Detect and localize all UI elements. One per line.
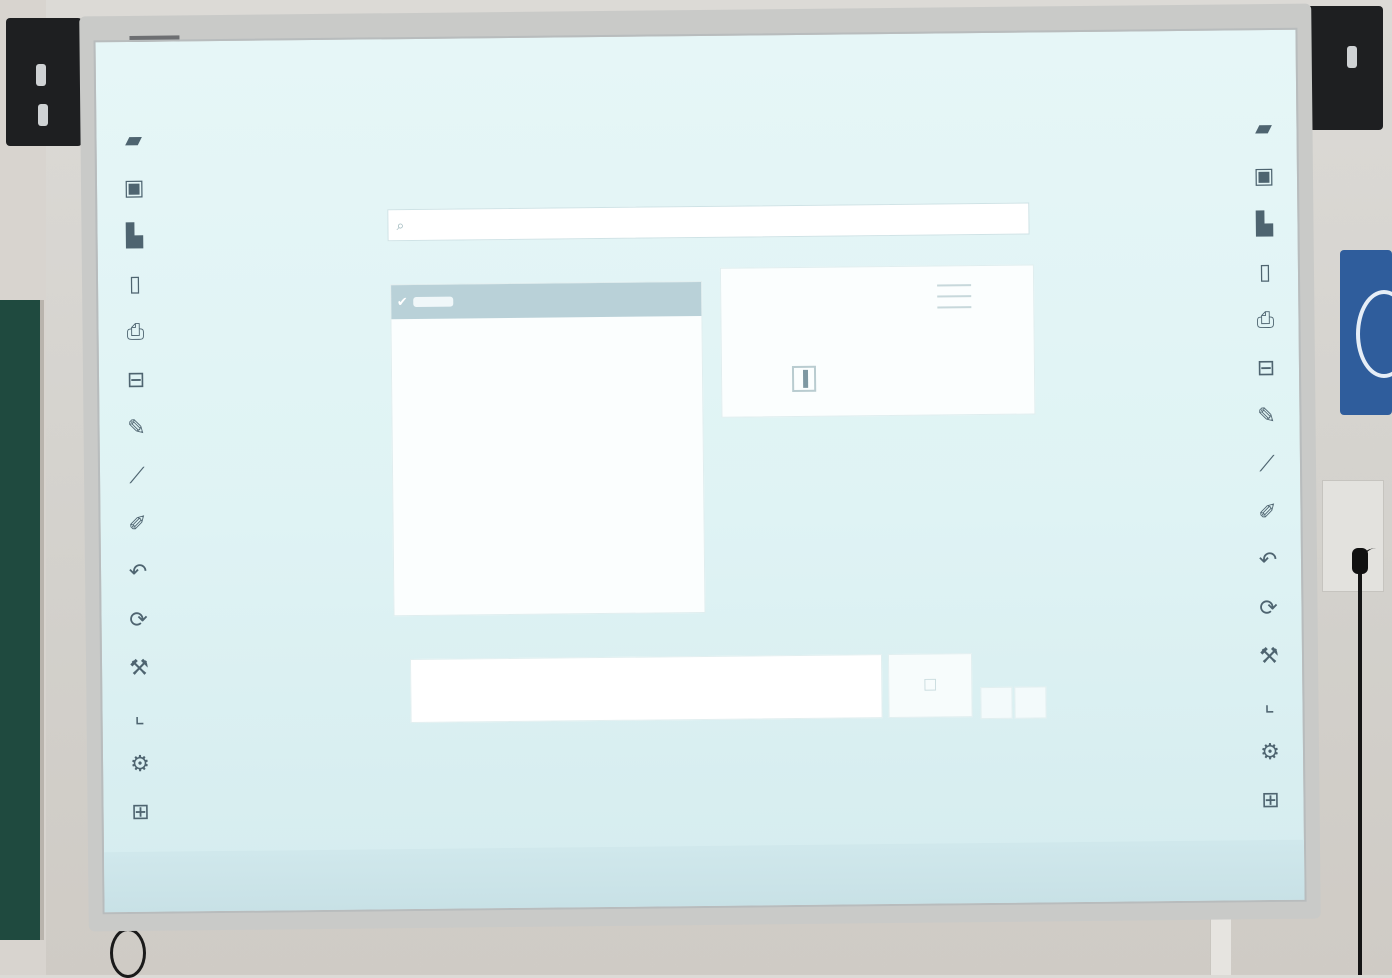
action-icon: ☐ xyxy=(923,676,938,696)
eraser-icon[interactable]: ↶ xyxy=(1253,542,1283,578)
settings-icon[interactable]: ⚙ xyxy=(1255,734,1285,770)
search-icon: ⌕ xyxy=(388,216,416,233)
search-input[interactable] xyxy=(416,210,1016,233)
device-list: ✔ xyxy=(390,281,705,616)
speaker-cone xyxy=(1347,46,1357,68)
pen-icon[interactable]: ✎ xyxy=(1251,398,1281,434)
tools-icon[interactable]: ⚒ xyxy=(1254,638,1284,674)
preview-lines xyxy=(937,284,971,317)
save-icon[interactable]: ▣ xyxy=(1249,158,1279,194)
scan-icon[interactable]: ⊟ xyxy=(1251,350,1281,386)
device-icon xyxy=(792,366,816,392)
settings-icon[interactable]: ⚙ xyxy=(125,746,155,782)
marker-icon[interactable]: ✐ xyxy=(122,506,152,542)
grid-icon[interactable]: ⊞ xyxy=(1255,782,1285,818)
board-icon[interactable]: ▰ xyxy=(1248,110,1278,146)
save-icon[interactable]: ▣ xyxy=(119,170,149,206)
power-plug xyxy=(1352,548,1368,574)
preview-panel xyxy=(720,264,1036,417)
device-dialog: ⌕ ✔ ☐ xyxy=(387,202,1043,749)
pen-icon[interactable]: ✎ xyxy=(121,410,151,446)
power-cable xyxy=(1358,548,1376,975)
small-button-1[interactable] xyxy=(980,687,1012,719)
scan-icon[interactable]: ⊟ xyxy=(121,362,151,398)
tools-icon[interactable]: ⚒ xyxy=(124,650,154,686)
pen-tray-cable xyxy=(110,928,146,978)
print-icon[interactable]: ⎙ xyxy=(120,314,150,350)
corner-icon[interactable]: ⌞ xyxy=(124,698,154,734)
projected-screen: ▰ ▣ ▙ ▯ ⎙ ⊟ ✎ ⟋ ✐ ↶ ⟳ ⚒ ⌞ ⚙ ⊞ ▰ ▣ ▙ ▯ ⎙ … xyxy=(93,28,1306,915)
list-item[interactable]: ✔ xyxy=(391,282,701,319)
right-speaker xyxy=(1305,6,1383,130)
page-icon[interactable]: ▙ xyxy=(119,218,149,254)
page-icon[interactable]: ▙ xyxy=(1249,206,1279,242)
action-button[interactable]: ☐ xyxy=(888,653,973,718)
new-page-icon[interactable]: ▯ xyxy=(1250,254,1280,290)
checkmark-icon: ✔ xyxy=(391,294,413,310)
left-speaker xyxy=(6,18,82,146)
speaker-cone xyxy=(38,104,48,126)
small-button-2[interactable] xyxy=(1014,686,1046,718)
marker-icon[interactable]: ✐ xyxy=(1252,494,1282,530)
wall-sign xyxy=(1340,250,1392,415)
usb-icon xyxy=(413,297,453,307)
corner-icon[interactable]: ⌞ xyxy=(1254,686,1284,722)
left-toolbar: ▰ ▣ ▙ ▯ ⎙ ⊟ ✎ ⟋ ✐ ↶ ⟳ ⚒ ⌞ ⚙ ⊞ xyxy=(114,122,164,842)
eraser-icon[interactable]: ↶ xyxy=(123,554,153,590)
speaker-cone xyxy=(36,64,46,86)
board-icon[interactable]: ▰ xyxy=(118,122,148,158)
rotate-icon[interactable]: ⟳ xyxy=(1253,590,1283,626)
new-page-icon[interactable]: ▯ xyxy=(120,266,150,302)
grid-icon[interactable]: ⊞ xyxy=(125,794,155,830)
right-toolbar: ▰ ▣ ▙ ▯ ⎙ ⊟ ✎ ⟋ ✐ ↶ ⟳ ⚒ ⌞ ⚙ ⊞ xyxy=(1244,110,1294,830)
screen-bottom-band xyxy=(104,840,1305,913)
rotate-icon[interactable]: ⟳ xyxy=(123,602,153,638)
sign-ring xyxy=(1356,290,1392,378)
search-bar: ⌕ xyxy=(387,203,1029,242)
interactive-whiteboard: ▰ ▣ ▙ ▯ ⎙ ⊟ ✎ ⟋ ✐ ↶ ⟳ ⚒ ⌞ ⚙ ⊞ ▰ ▣ ▙ ▯ ⎙ … xyxy=(79,4,1321,932)
line-icon[interactable]: ⟋ xyxy=(122,458,152,494)
bottom-text-field[interactable] xyxy=(410,654,883,723)
chalkboard xyxy=(0,300,44,940)
line-icon[interactable]: ⟋ xyxy=(1252,446,1282,482)
print-icon[interactable]: ⎙ xyxy=(1250,302,1280,338)
